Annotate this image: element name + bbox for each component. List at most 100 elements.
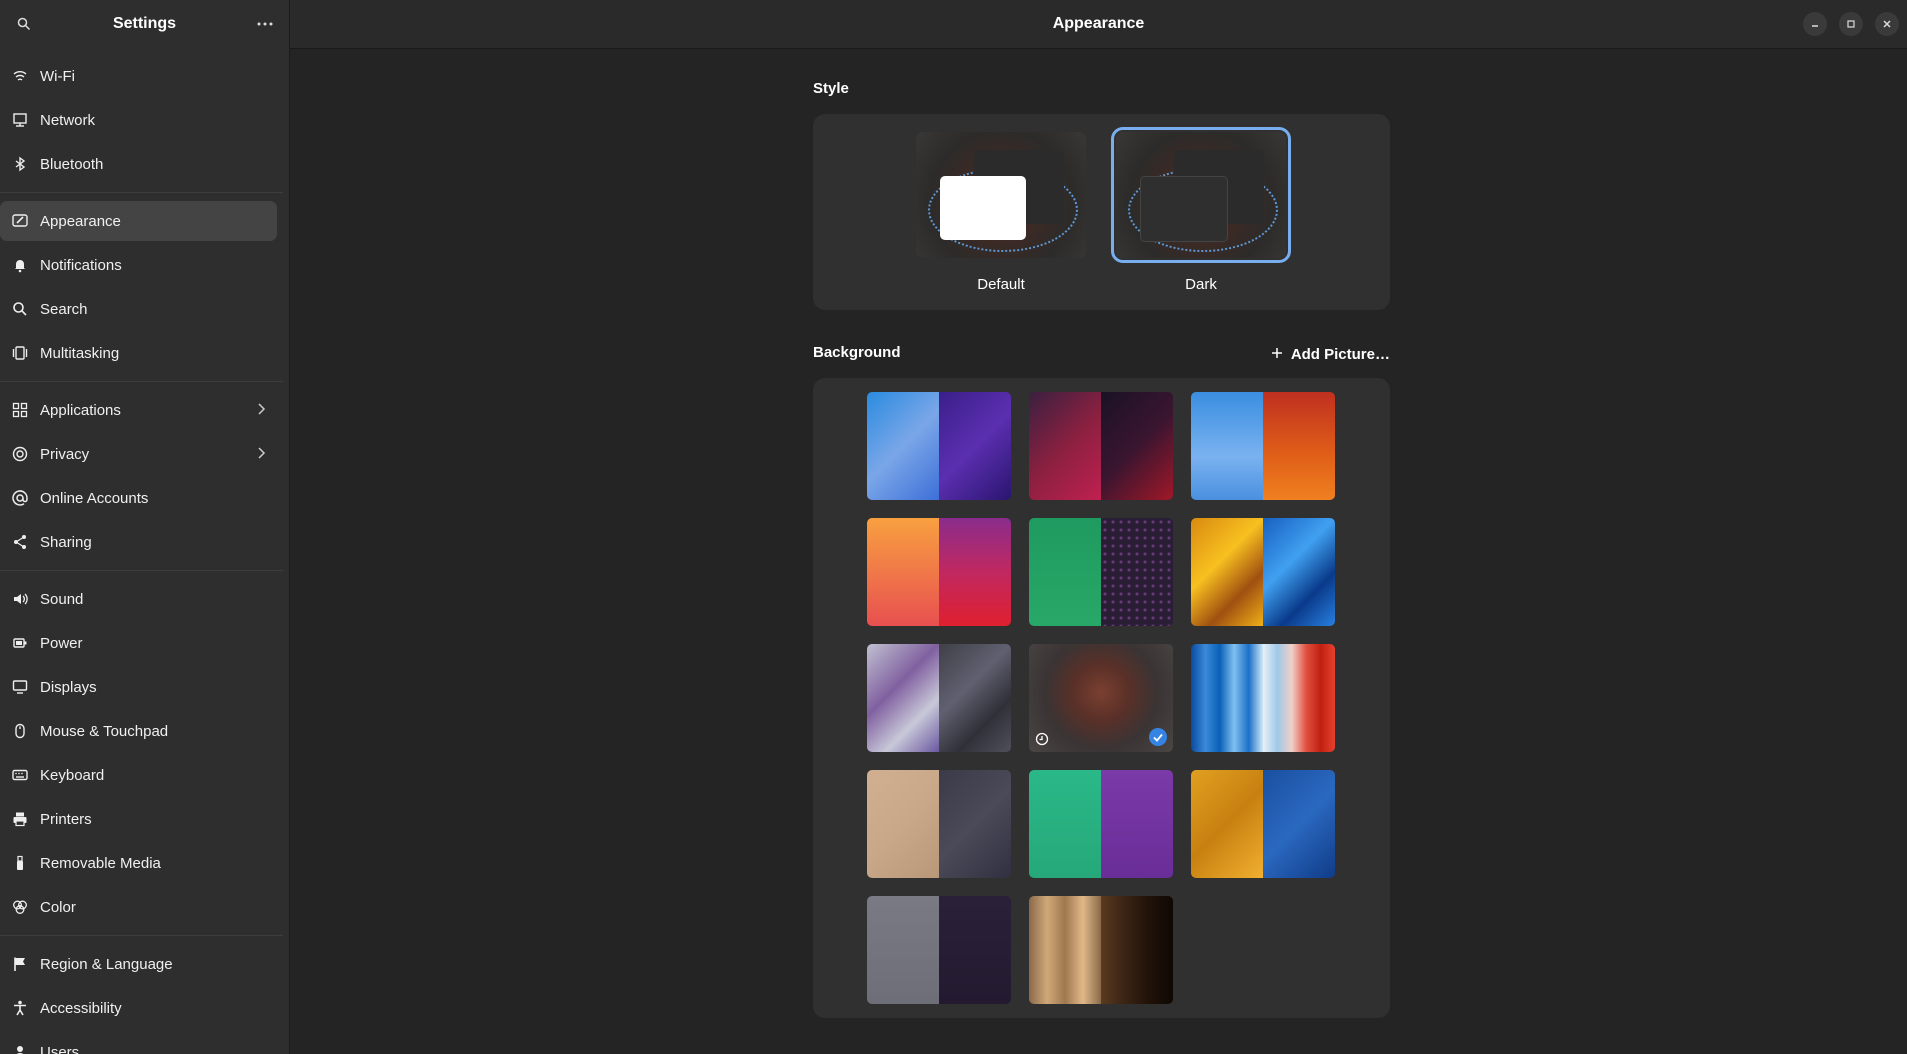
sidebar-item-appearance[interactable]: Appearance — [0, 201, 277, 241]
add-picture-label: Add Picture… — [1290, 345, 1390, 363]
wallpaper-tile-octopus[interactable] — [1029, 644, 1173, 752]
sidebar-item-label: Mouse & Touchpad — [40, 722, 169, 740]
flag-icon — [12, 956, 28, 972]
add-picture-button[interactable]: Add Picture… — [1271, 346, 1390, 363]
sidebar-group: Appearance Notifications Search Multitaskin… — [0, 193, 283, 382]
wallpaper-tile-pattern[interactable] — [867, 644, 1011, 752]
maximize-icon[interactable] — [1839, 12, 1863, 36]
sidebar-item-label: Power — [40, 634, 83, 652]
sidebar-item-displays[interactable]: Displays — [0, 667, 277, 707]
more-menu-icon[interactable] — [253, 12, 277, 36]
wallpaper-light-half — [867, 392, 939, 500]
sidebar-item-label: Wi-Fi — [40, 67, 75, 85]
sidebar-item-mouse-touchpad[interactable]: Mouse & Touchpad — [0, 711, 277, 751]
sidebar-item-online-accounts[interactable]: Online Accounts — [0, 478, 277, 518]
sidebar-item-label: Color — [40, 898, 76, 916]
at-icon — [12, 490, 28, 506]
wallpaper-tile-blobs[interactable] — [867, 392, 1011, 500]
sidebar-item-label: Online Accounts — [40, 489, 149, 507]
sidebar-item-label: Applications — [40, 401, 121, 419]
sidebar-item-wi-fi[interactable]: Wi-Fi — [0, 56, 277, 96]
wallpaper-dark-half — [1263, 518, 1335, 626]
wallpaper-dark-half — [939, 896, 1011, 1004]
power-icon — [12, 635, 28, 651]
plus-icon — [1271, 346, 1283, 363]
wallpaper-tile-grey[interactable] — [867, 896, 1011, 1004]
wallpaper-light-half — [867, 644, 939, 752]
wallpaper-tile-amber[interactable] — [867, 518, 1011, 626]
wallpaper-tile-flat[interactable] — [1029, 770, 1173, 878]
sidebar-item-notifications[interactable]: Notifications — [0, 245, 277, 285]
wallpaper-tile-drool[interactable] — [1191, 392, 1335, 500]
wallpaper-tile-symbolics[interactable] — [867, 770, 1011, 878]
sidebar-item-keyboard[interactable]: Keyboard — [0, 755, 277, 795]
style-option-label: Default — [977, 276, 1025, 293]
style-preview-dark — [1111, 127, 1291, 263]
sidebar-item-power[interactable]: Power — [0, 623, 277, 663]
sidebar-item-multitasking[interactable]: Multitasking — [0, 333, 277, 373]
appearance-icon — [12, 213, 28, 229]
sidebar-item-color[interactable]: Color — [0, 887, 277, 927]
wallpaper-tile-dots[interactable] — [1029, 518, 1173, 626]
sidebar-item-users[interactable]: Users — [0, 1032, 277, 1054]
chevron-right-icon — [257, 402, 267, 419]
wallpaper-light-half — [867, 770, 939, 878]
style-preview-default — [916, 132, 1086, 258]
sidebar-item-label: Sharing — [40, 533, 92, 551]
sidebar-item-label: Users — [40, 1043, 80, 1054]
color-icon — [12, 899, 28, 915]
wallpaper-dark-half — [939, 770, 1011, 878]
sidebar-item-network[interactable]: Network — [0, 100, 277, 140]
bluetooth-icon — [12, 156, 28, 172]
wallpaper-light-half — [1029, 392, 1101, 500]
clock-icon — [1035, 732, 1049, 746]
sidebar-item-accessibility[interactable]: Accessibility — [0, 988, 277, 1028]
wallpaper-dark-half — [1101, 770, 1173, 878]
sidebar-item-label: Search — [40, 300, 88, 318]
accessibility-icon — [12, 1000, 28, 1016]
sidebar-item-printers[interactable]: Printers — [0, 799, 277, 839]
minimize-icon[interactable] — [1803, 12, 1827, 36]
close-icon[interactable] — [1875, 12, 1899, 36]
display-icon — [12, 679, 28, 695]
grid-icon — [12, 402, 28, 418]
sidebar-item-sharing[interactable]: Sharing — [0, 522, 277, 562]
usb-icon — [12, 855, 28, 871]
wallpaper-light-half — [1191, 644, 1263, 752]
sidebar: Settings Wi-Fi Network Bluetooth Appearance… — [0, 0, 290, 1054]
page-title: Appearance — [1052, 15, 1145, 32]
wallpaper-tile-stripes[interactable] — [1191, 644, 1335, 752]
printer-icon — [12, 811, 28, 827]
style-option-default[interactable]: Default — [916, 132, 1086, 293]
style-option-dark[interactable]: Dark — [1111, 127, 1291, 293]
sidebar-item-label: Displays — [40, 678, 97, 696]
appearance-content: Style Default Dark Background Add Pictur… — [813, 80, 1390, 1018]
style-section-label: Style — [813, 80, 849, 97]
sidebar-item-search[interactable]: Search — [0, 289, 277, 329]
sidebar-header: Settings — [0, 0, 289, 48]
wallpaper-tile-honeycomb[interactable] — [1191, 770, 1335, 878]
wallpaper-tile-mosaic[interactable] — [1191, 518, 1335, 626]
wallpaper-dark-half — [939, 518, 1011, 626]
sidebar-item-label: Accessibility — [40, 999, 122, 1017]
speaker-icon — [12, 591, 28, 607]
sidebar-group: Sound Power Displays Mouse & Touchpad Keyboa… — [0, 571, 283, 936]
sidebar-item-privacy[interactable]: Privacy — [0, 434, 277, 474]
search-icon[interactable] — [12, 12, 36, 36]
sidebar-item-removable-media[interactable]: Removable Media — [0, 843, 277, 883]
wallpaper-tile-wood[interactable] — [1029, 896, 1173, 1004]
window-controls — [1803, 12, 1899, 36]
sidebar-item-label: Sound — [40, 590, 84, 608]
sidebar-item-label: Privacy — [40, 445, 90, 463]
sidebar-item-label: Notifications — [40, 256, 122, 274]
sidebar-item-label: Removable Media — [40, 854, 161, 872]
sidebar-item-region-language[interactable]: Region & Language — [0, 944, 277, 984]
wallpaper-light-half — [1029, 518, 1101, 626]
sidebar-item-sound[interactable]: Sound — [0, 579, 277, 619]
keyboard-icon — [12, 767, 28, 783]
wallpaper-dark-half — [1263, 644, 1335, 752]
wallpaper-tile-pixels[interactable] — [1029, 392, 1173, 500]
sidebar-item-bluetooth[interactable]: Bluetooth — [0, 144, 277, 184]
sidebar-item-applications[interactable]: Applications — [0, 390, 277, 430]
checkmark-icon — [1149, 728, 1167, 746]
